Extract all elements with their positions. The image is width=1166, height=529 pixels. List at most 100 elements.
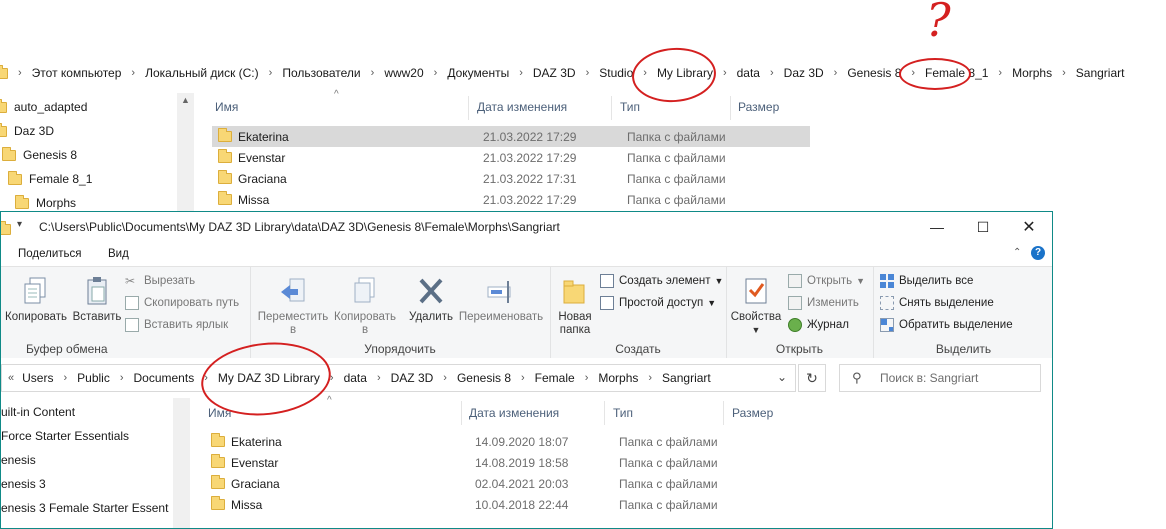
open-label: Открыть [807,275,853,287]
file-date: 21.03.2022 17:29 [483,150,577,165]
tab-share[interactable]: Поделиться [18,248,82,260]
column-header-name[interactable]: Имя [215,100,238,114]
ribbon-group-open: Свойства ▼ Открыть ▼ Изменить Журнал Откр… [726,267,874,359]
quick-access-dropdown-icon[interactable]: ▾ [17,219,22,230]
tree-item[interactable]: Force Starter Essentials [1,429,129,443]
folder-icon [218,191,232,205]
select-none-button[interactable]: Снять выделение [880,296,994,310]
tree-item[interactable]: auto_adapted [0,97,87,117]
invert-selection-button[interactable]: Обратить выделение [880,318,1013,332]
column-header-date[interactable]: Дата изменения [477,100,567,114]
annotation-circle-female-8-1 [899,58,971,90]
scroll-up-arrow-icon[interactable]: ▲ [177,95,194,105]
crumb[interactable]: Genesis 8 [847,66,901,80]
paste-button[interactable]: Вставить [69,275,125,324]
copy-to-button[interactable]: Копировать в [330,275,400,337]
table-row[interactable]: Missa 10.04.2018 22:44 Папка с файлами [205,494,805,515]
tree-item[interactable]: Morphs [15,193,76,213]
file-name: Missa [231,497,263,512]
crumb[interactable]: Sangriart [662,371,711,385]
folder-icon [0,64,8,79]
history-button[interactable]: Журнал [788,318,849,332]
tree-item[interactable]: Daz 3D [0,121,54,141]
file-date: 14.09.2020 18:07 [475,434,569,449]
rename-button[interactable]: Переименовать [454,275,548,324]
chevron-right-icon: › [433,67,438,79]
table-row-selected[interactable]: Ekaterina 21.03.2022 17:29 Папка с файла… [212,126,810,147]
ribbon-collapse-icon[interactable]: ⌃ [1013,247,1021,258]
crumb[interactable]: DAZ 3D [391,371,434,385]
crumb[interactable]: www20 [384,66,423,80]
crumb[interactable]: Локальный диск (C:) [145,66,259,80]
help-icon[interactable]: ? [1031,246,1045,260]
crumb[interactable]: DAZ 3D [533,66,576,80]
crumb[interactable]: Daz 3D [784,66,824,80]
crumb[interactable]: Документы [447,66,509,80]
tree-scrollbar[interactable] [173,398,190,528]
minimize-button[interactable]: — [914,212,960,242]
easy-access-button[interactable]: Простой доступ ▼ [600,296,716,310]
column-header-size[interactable]: Размер [738,100,779,114]
copy-path-button[interactable]: Скопировать путь [125,296,239,310]
column-header-type[interactable]: Тип [613,406,633,420]
search-box[interactable]: ⚲ Поиск в: Sangriart [839,364,1041,392]
crumb[interactable]: data [344,371,367,385]
crumb[interactable]: Genesis 8 [457,371,511,385]
cut-button[interactable]: ✂ Вырезать [125,274,195,288]
edit-button[interactable]: Изменить [788,296,859,310]
open-button[interactable]: Открыть ▼ [788,274,865,288]
tree-item[interactable]: Female 8_1 [8,169,92,189]
crumb[interactable]: Users [22,371,53,385]
scissors-icon: ✂ [125,274,136,288]
crumb[interactable]: Studio [599,66,633,80]
crumb[interactable]: Documents [134,371,195,385]
maximize-button[interactable]: ☐ [960,212,1006,242]
table-row[interactable]: Ekaterina 14.09.2020 18:07 Папка с файла… [205,431,805,452]
crumb[interactable]: Public [77,371,110,385]
crumb[interactable]: data [737,66,760,80]
chevron-right-icon: › [376,372,381,384]
table-row[interactable]: Evenstar 21.03.2022 17:29 Папка с файлам… [212,147,810,168]
close-button[interactable]: ✕ [1006,212,1052,242]
address-bar[interactable]: « Users › Public › Documents › My DAZ 3D Li… [1,364,796,392]
table-row[interactable]: Graciana 21.03.2022 17:31 Папка с файлам… [212,168,810,189]
tree-item[interactable]: enesis 3 [1,477,46,491]
new-folder-button[interactable]: Новая папка [554,275,596,337]
tree-item[interactable]: enesis [1,453,36,467]
delete-button[interactable]: Удалить [402,275,460,324]
crumb[interactable]: Morphs [1012,66,1052,80]
ribbon-group-label: Создать [615,342,661,356]
select-all-button[interactable]: Выделить все [880,274,973,288]
window-title: C:\Users\Public\Documents\My DAZ 3D Libr… [39,220,560,234]
crumb[interactable]: Этот компьютер [32,66,122,80]
copy-to-icon [354,277,375,303]
paste-shortcut-button[interactable]: Вставить ярлык [125,318,228,332]
ribbon-group-create: Новая папка Создать элемент ▼ Простой дос… [550,267,727,359]
folder-icon [2,146,16,161]
crumb[interactable]: Sangriart [1076,66,1125,80]
refresh-button[interactable]: ↻ [798,364,826,392]
properties-button[interactable]: Свойства ▼ [728,275,784,337]
table-row[interactable]: Graciana 02.04.2021 20:03 Папка с файлам… [205,473,805,494]
search-input[interactable]: Поиск в: Sangriart [880,371,978,385]
table-row[interactable]: Evenstar 14.08.2019 18:58 Папка с файлам… [205,452,805,473]
copy-icon [24,277,46,304]
crumb[interactable]: Morphs [598,371,638,385]
move-to-button[interactable]: Переместить в [254,275,332,337]
address-dropdown-icon[interactable]: ⌄ [777,370,787,384]
folder-icon [218,128,232,142]
crumb[interactable]: Пользователи [282,66,360,80]
crumb[interactable]: Female [535,371,575,385]
copy-button[interactable]: Копировать [3,275,69,324]
tab-view[interactable]: Вид [108,248,129,260]
tree-item[interactable]: enesis 3 Female Starter Essential [1,501,169,515]
column-header-type[interactable]: Тип [620,100,640,114]
tree-item[interactable]: Genesis 8 [2,145,77,165]
tree-item[interactable]: uilt-in Content [1,405,75,419]
column-header-date[interactable]: Дата изменения [469,406,559,420]
move-to-icon [281,278,305,302]
table-row[interactable]: Missa 21.03.2022 17:29 Папка с файлами [212,189,810,210]
tree-scrollbar[interactable]: ▲ [177,93,194,211]
new-item-button[interactable]: Создать элемент ▼ [600,274,723,288]
column-header-size[interactable]: Размер [732,406,773,420]
